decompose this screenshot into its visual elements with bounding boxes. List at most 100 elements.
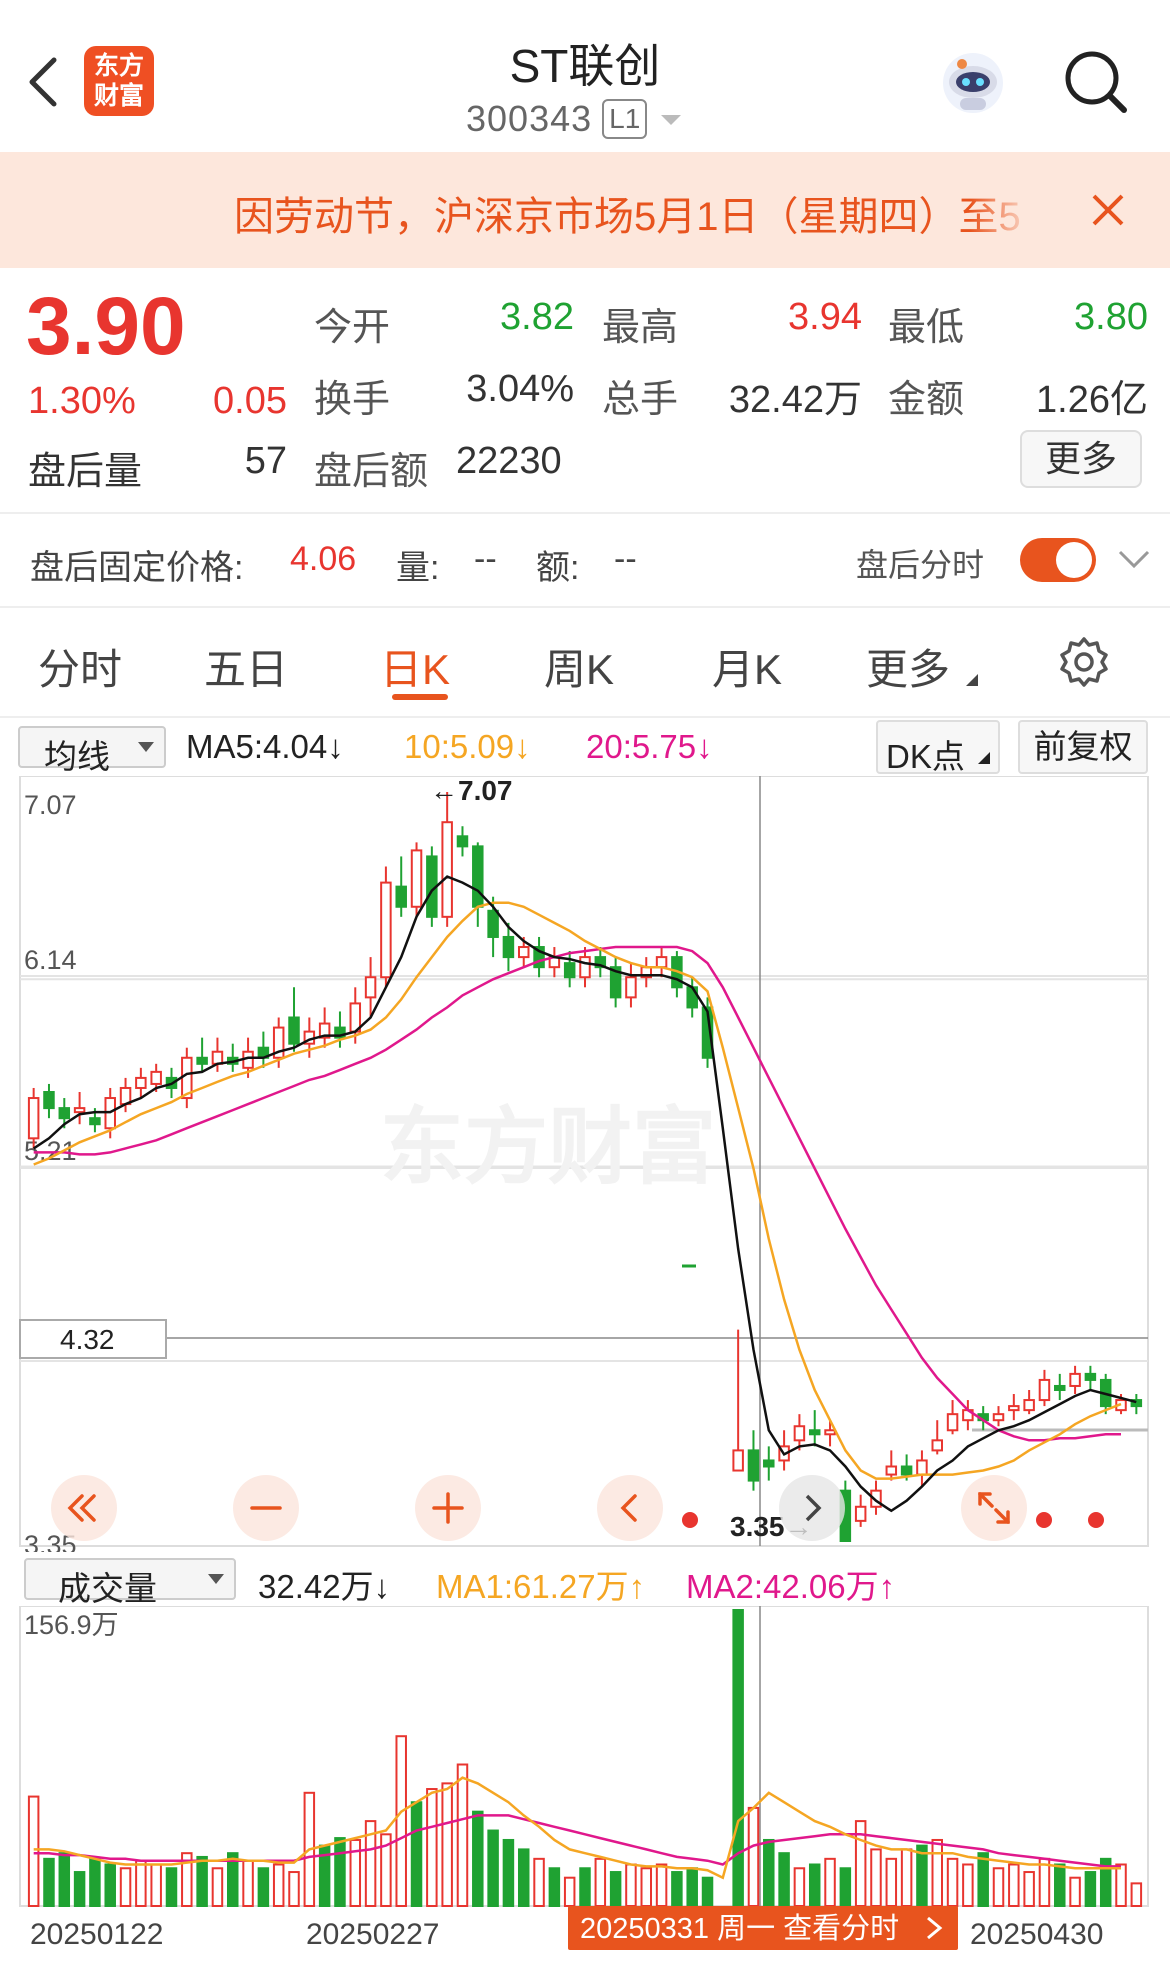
high-value: 3.94 (788, 296, 862, 338)
triangle-corner-icon (966, 674, 978, 686)
volume-bar (839, 1867, 852, 1907)
volume-bar (426, 1788, 438, 1907)
volume-bar (977, 1852, 989, 1907)
volume-bar (900, 1848, 913, 1907)
tab-wuri[interactable]: 五日 (204, 636, 288, 697)
tab-active-underline (392, 694, 448, 700)
control-circle (961, 1475, 1027, 1541)
volume-bar (242, 1859, 254, 1907)
x-axis-label: 20250122 (30, 1918, 163, 1951)
after-hours-toggle[interactable] (1020, 538, 1096, 582)
level-badge: L1 (602, 99, 648, 139)
last-price: 3.90 (26, 281, 186, 372)
volume-label: 总手 (602, 379, 679, 421)
volume-bar (1069, 1876, 1081, 1907)
volume-bar (763, 1838, 775, 1908)
tab-rik[interactable]: 日K (380, 636, 450, 697)
volume-label: 32.42万↓ (258, 1568, 391, 1605)
notice-close-button[interactable] (1088, 190, 1128, 230)
fast-rewind-button[interactable] (51, 1475, 117, 1541)
volume-bar (119, 1867, 132, 1907)
amount-label: 金额 (888, 379, 965, 421)
candle-body (931, 1439, 943, 1452)
candle-body (916, 1459, 928, 1476)
candle-body (625, 976, 637, 999)
dropdown-icon[interactable] (657, 109, 685, 129)
event-dot (682, 1512, 698, 1528)
header: 东方 财富 ST联创 300343 L1 (0, 0, 1170, 152)
after-amt-label: 额: (536, 549, 580, 587)
volume-bar (824, 1857, 836, 1907)
candle-body (900, 1465, 913, 1476)
search-button[interactable] (1062, 48, 1128, 114)
candle-body (89, 1117, 101, 1126)
close-icon (1092, 194, 1124, 226)
chevron-down-icon[interactable] (1116, 548, 1152, 572)
candle-body (824, 1429, 836, 1436)
settings-gear-icon[interactable] (1058, 636, 1110, 688)
volume-bar (456, 1763, 469, 1907)
after-price-value: 4.06 (290, 540, 357, 578)
volume-bar (992, 1867, 1005, 1907)
high-label: 最高 (602, 307, 679, 349)
volume-bar (885, 1857, 898, 1907)
candle-body (43, 1091, 55, 1110)
volume-bar (594, 1857, 607, 1907)
after-amt-value: -- (614, 540, 637, 578)
volume-bar (1115, 1863, 1127, 1907)
volume-bar (1130, 1882, 1143, 1908)
candle-body (58, 1107, 71, 1120)
volume-select[interactable]: 成交量 (24, 1558, 236, 1607)
volume-bar (196, 1855, 208, 1907)
volume-bar (931, 1838, 943, 1908)
ma-indicator-bar: 均线 MA5:4.04↓ 10:5.09↓ 20:5.75↓ DK点 前复权 (0, 718, 1170, 776)
volume-chart[interactable]: 156.9万 20250122 20250227 20250430 20250331 周… (0, 1606, 1170, 1974)
candle-body (410, 849, 423, 908)
select-arrow-icon (208, 1574, 224, 1584)
watermark: 东方财富 (380, 1100, 716, 1194)
tab-zhouk[interactable]: 周K (544, 636, 614, 697)
candle-body (1069, 1372, 1081, 1387)
dk-point-button[interactable]: DK点 (876, 720, 1000, 775)
volume-bar (472, 1810, 484, 1908)
tab-yuek[interactable]: 月K (712, 636, 782, 697)
prev-button[interactable] (597, 1475, 663, 1541)
search-icon (1065, 51, 1127, 113)
fullscreen-button[interactable] (961, 1475, 1027, 1541)
tab-fenshi[interactable]: 分时 (38, 636, 122, 697)
volume-bar (89, 1857, 101, 1907)
candle-body (364, 976, 377, 999)
candle-body (1084, 1372, 1097, 1381)
zoom-out-button[interactable] (233, 1475, 299, 1541)
volume-select-value: 成交量 (58, 1570, 157, 1607)
volume-bar (671, 1871, 683, 1907)
volume-bar (747, 1806, 760, 1907)
candle-body (502, 935, 515, 959)
event-dot (1088, 1512, 1104, 1528)
candle-body (732, 1449, 744, 1472)
volume-bar (272, 1863, 285, 1907)
adjust-button[interactable]: 前复权 (1018, 720, 1148, 774)
candlestick-chart[interactable]: 东方财富7.076.145.213.354.32←7.073.35→ (0, 776, 1170, 1552)
tab-more[interactable]: 更多 (866, 636, 950, 697)
turnover-value: 3.04% (466, 368, 574, 410)
zoom-in-button[interactable] (415, 1475, 481, 1541)
volume-bar (946, 1857, 959, 1907)
quote-panel: 3.90 1.30% 0.05 盘后量 57 今开 3.82 最高 3.94 最… (0, 268, 1170, 512)
indicator-select[interactable]: 均线 (18, 726, 166, 775)
robot-icon[interactable] (940, 50, 1006, 116)
candle-body (808, 1429, 821, 1436)
volume-bar (517, 1848, 530, 1907)
control-circle (597, 1475, 663, 1541)
volume-bar (609, 1871, 622, 1907)
open-value: 3.82 (500, 296, 574, 338)
volume-bar (1084, 1871, 1097, 1907)
next-button[interactable] (779, 1475, 845, 1541)
volume-bar (870, 1848, 882, 1907)
candle-body (150, 1070, 162, 1085)
after-vol-label: 盘后量 (28, 451, 143, 493)
volume-bar (165, 1867, 178, 1907)
more-button[interactable]: 更多 (1020, 430, 1142, 488)
cursor-date-button[interactable]: 20250331 周一 查看分时 (568, 1906, 958, 1950)
volume-bar (916, 1844, 928, 1908)
